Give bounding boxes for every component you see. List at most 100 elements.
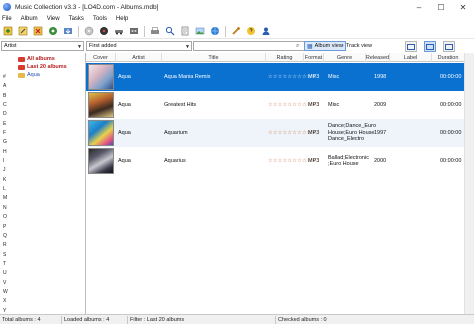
- cell-released: 1997: [374, 129, 387, 136]
- cell-title: Greatest Hits: [164, 101, 197, 108]
- grid-header: Cover Artist Title Rating Format Genre R…: [86, 53, 464, 62]
- alpha-letter[interactable]: V: [3, 279, 11, 288]
- user-icon[interactable]: [260, 25, 272, 37]
- maximize-button[interactable]: ☐: [430, 0, 452, 14]
- delete-icon[interactable]: [32, 25, 44, 37]
- import-icon[interactable]: [62, 25, 74, 37]
- cell-format: MP3: [308, 157, 320, 164]
- internet-icon[interactable]: [209, 25, 221, 37]
- menu-tasks[interactable]: Tasks: [69, 16, 84, 22]
- alpha-letter[interactable]: #: [3, 73, 11, 82]
- album-cover-image: [88, 120, 114, 146]
- menu-view[interactable]: View: [47, 16, 60, 22]
- column-header-genre[interactable]: Genre: [324, 53, 366, 62]
- column-header-released[interactable]: Released: [366, 53, 390, 62]
- edit-icon[interactable]: [17, 25, 29, 37]
- alpha-letter[interactable]: H: [3, 148, 11, 157]
- alpha-letter[interactable]: N: [3, 204, 11, 213]
- folder-icon: [18, 64, 25, 70]
- settings-icon[interactable]: [230, 25, 242, 37]
- tree-item-all-albums[interactable]: All albums: [18, 55, 55, 63]
- column-header-duration[interactable]: Duration: [432, 53, 464, 62]
- sort-select-value: First added: [89, 43, 117, 49]
- close-button[interactable]: ✕: [452, 0, 474, 14]
- cell-format: MP3: [308, 101, 320, 108]
- track-view-tab[interactable]: ♪ Track view: [339, 41, 374, 51]
- cell-genre: Misc: [328, 73, 340, 80]
- alpha-letter[interactable]: O: [3, 213, 11, 222]
- new-album-icon[interactable]: [2, 25, 14, 37]
- alpha-letter[interactable]: S: [3, 251, 11, 260]
- column-header-label[interactable]: Label: [390, 53, 432, 62]
- folder-icon: [18, 72, 25, 78]
- disc-icon[interactable]: [98, 25, 110, 37]
- table-row[interactable]: Aqua Aquarius ☆☆☆☆☆☆☆☆☆☆ MP3 Ballad;Elec…: [86, 147, 464, 175]
- alpha-letter[interactable]: K: [3, 176, 11, 185]
- alpha-letter[interactable]: U: [3, 269, 11, 278]
- search-icon[interactable]: ⌕: [296, 43, 299, 50]
- toolbar-separator: [225, 25, 226, 37]
- cell-released: 2000: [374, 157, 387, 164]
- toolbar-separator: [78, 25, 79, 37]
- alpha-letter[interactable]: Q: [3, 232, 11, 241]
- menu-album[interactable]: Album: [21, 16, 38, 22]
- car-icon[interactable]: [113, 25, 125, 37]
- column-header-artist[interactable]: Artist: [116, 53, 162, 62]
- scan-icon[interactable]: [47, 25, 59, 37]
- alpha-letter[interactable]: M: [3, 194, 11, 203]
- table-row[interactable]: Aqua Aqua Mania Remix ☆☆☆☆☆☆☆☆☆☆ MP3 Mis…: [86, 63, 464, 91]
- alpha-letter[interactable]: J: [3, 166, 11, 175]
- column-header-cover[interactable]: Cover: [86, 53, 116, 62]
- tree-item-aqua[interactable]: Aqua: [18, 71, 40, 79]
- folder-icon: [18, 56, 25, 62]
- table-row[interactable]: Aqua Greatest Hits ☆☆☆☆☆☆☆☆☆☆ MP3 Misc 2…: [86, 91, 464, 119]
- alpha-letter[interactable]: P: [3, 223, 11, 232]
- column-header-rating[interactable]: Rating: [266, 53, 304, 62]
- window-title: Music Collection v3.3 - [LO4D.com - Albu…: [15, 3, 159, 11]
- tree-item-last-20-albums[interactable]: Last 20 albums: [18, 63, 67, 71]
- status-total-albums: Total albums : 4: [0, 316, 62, 324]
- help-icon[interactable]: [245, 25, 257, 37]
- menu-tools[interactable]: Tools: [93, 16, 107, 22]
- layout-grid-button[interactable]: [443, 41, 455, 52]
- vertical-scrollbar[interactable]: [464, 53, 474, 314]
- alpha-letter[interactable]: E: [3, 120, 11, 129]
- menu-help[interactable]: Help: [116, 16, 128, 22]
- alpha-letter[interactable]: F: [3, 129, 11, 138]
- alpha-letter[interactable]: G: [3, 138, 11, 147]
- search-input[interactable]: [193, 41, 307, 51]
- column-header-title[interactable]: Title: [162, 53, 266, 62]
- layout-split-icon: [407, 43, 415, 50]
- zoom-icon[interactable]: [164, 25, 176, 37]
- alpha-letter[interactable]: X: [3, 297, 11, 306]
- cell-artist: Aqua: [118, 101, 131, 108]
- tape-icon[interactable]: [128, 25, 140, 37]
- alpha-letter[interactable]: I: [3, 157, 11, 166]
- layout-split-button[interactable]: [405, 41, 417, 52]
- field-select[interactable]: Artist ▼: [1, 41, 84, 51]
- sort-select[interactable]: First added ▼: [86, 41, 192, 51]
- alpha-letter[interactable]: L: [3, 185, 11, 194]
- image-icon[interactable]: [194, 25, 206, 37]
- toolbar-separator: [144, 25, 145, 37]
- alpha-letter[interactable]: T: [3, 260, 11, 269]
- menu-file[interactable]: File: [2, 16, 12, 22]
- cell-genre: Misc: [328, 101, 340, 108]
- table-row[interactable]: Aqua Aquarium ☆☆☆☆☆☆☆☆☆☆ MP3 Dance;Dance…: [86, 119, 464, 147]
- cell-format: MP3: [308, 129, 320, 136]
- report-icon[interactable]: [179, 25, 191, 37]
- print-icon[interactable]: [149, 25, 161, 37]
- field-select-value: Artist: [4, 43, 17, 49]
- alpha-letter[interactable]: A: [3, 82, 11, 91]
- alpha-letter[interactable]: C: [3, 101, 11, 110]
- alpha-letter[interactable]: D: [3, 110, 11, 119]
- alpha-letter[interactable]: B: [3, 92, 11, 101]
- layout-list-button[interactable]: [424, 41, 436, 52]
- column-header-format[interactable]: Format: [304, 53, 324, 62]
- alpha-letter[interactable]: R: [3, 241, 11, 250]
- minimize-button[interactable]: –: [408, 0, 430, 14]
- cell-genre: Dance;Dance_Euro House;Euro House Dance_…: [328, 123, 377, 143]
- alphabet-index: # A B C D E F G H I J K L M N O P Q R S …: [3, 73, 11, 324]
- alpha-letter[interactable]: W: [3, 288, 11, 297]
- cd-icon[interactable]: [83, 25, 95, 37]
